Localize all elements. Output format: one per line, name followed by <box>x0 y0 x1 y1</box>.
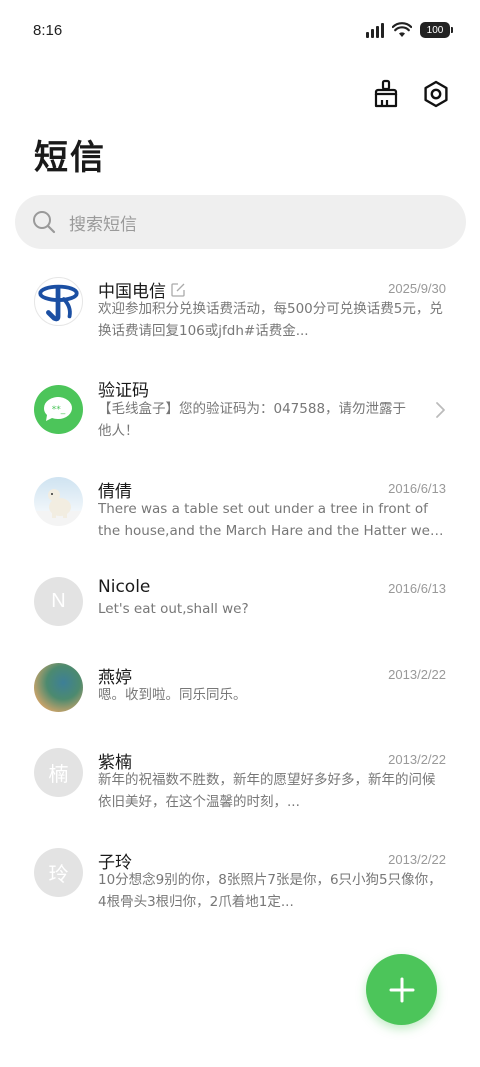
search-bar[interactable]: 搜索短信 <box>15 195 466 249</box>
wifi-icon <box>392 22 412 37</box>
chevron-right-icon <box>436 402 445 418</box>
new-message-button[interactable] <box>366 954 437 1025</box>
china-telecom-logo <box>34 277 83 326</box>
settings-button[interactable] <box>420 78 452 110</box>
conversation-item[interactable]: N Nicole 2016/6/13 Let's eat out,shall w… <box>0 568 480 654</box>
avatar: N <box>34 577 83 626</box>
conversation-preview: 嗯。收到啦。同乐同乐。 <box>98 687 247 703</box>
conversation-preview: 【毛线盒子】您的验证码为：047588，请勿泄露于他人！ <box>98 401 407 439</box>
conversation-name: Nicole <box>98 577 150 597</box>
top-actions <box>370 78 452 110</box>
conversation-preview: 欢迎参加积分兑换话费活动，每500分可兑换话费5元，兑换话费请回复106或jfd… <box>98 301 443 339</box>
conversation-name-text: Nicole <box>98 577 151 597</box>
broom-icon <box>374 79 398 108</box>
battery-level: 100 <box>426 24 444 36</box>
conversation-preview: There was a table set out under a tree i… <box>98 501 444 539</box>
edit-icon <box>171 282 185 297</box>
conversation-preview: Let's eat out,shall we? <box>98 601 249 617</box>
conversation-item[interactable]: **_ 验证码 【毛线盒子】您的验证码为：047588，请勿泄露于他人！ <box>0 368 480 468</box>
conversation-preview: 10分想念9别的你，8张照片7张是你，6只小狗5只像你，4根骨头3根归你，2爪着… <box>98 872 442 910</box>
conversation-date: 2013/2/22 <box>388 852 446 867</box>
status-bar: 8:16 100 <box>0 0 480 64</box>
conversation-item[interactable]: 倩倩 2016/6/13 There was a table set out u… <box>0 468 480 568</box>
search-placeholder: 搜索短信 <box>69 214 137 235</box>
plus-icon <box>389 977 414 1002</box>
battery-icon: 100 <box>420 22 453 38</box>
signal-icon <box>366 22 384 38</box>
conversation-item[interactable]: 中国电信 2025/9/30 欢迎参加积分兑换话费活动，每500分可兑换话费5元… <box>0 268 480 368</box>
conversation-date: 2013/2/22 <box>388 752 446 767</box>
conversation-date: 2013/2/22 <box>388 667 446 682</box>
gear-icon <box>424 80 448 108</box>
status-icons: 100 <box>366 22 453 38</box>
avatar: 玲 <box>34 848 83 897</box>
conversation-date: 2016/6/13 <box>388 581 446 596</box>
page-title: 短信 <box>34 138 106 178</box>
landscape-photo <box>34 663 83 712</box>
conversation-date: 2016/6/13 <box>388 481 446 496</box>
avatar: 楠 <box>34 748 83 797</box>
conversation-date: 2025/9/30 <box>388 281 446 296</box>
conversation-item[interactable]: 楠 紫楠 2013/2/22 新年的祝福数不胜数，新年的愿望好多好多，新年的问候… <box>0 739 480 839</box>
verification-code-icon: **_ <box>34 385 83 434</box>
svg-text:**_: **_ <box>52 405 66 415</box>
clean-button[interactable] <box>370 78 402 110</box>
conversation-preview: 新年的祝福数不胜数，新年的愿望好多好多，新年的问候依旧美好，在这个温馨的时刻，.… <box>98 772 436 810</box>
polar-bear-photo <box>34 477 83 526</box>
conversation-item[interactable]: 玲 子玲 2013/2/22 10分想念9别的你，8张照片7张是你，6只小狗5只… <box>0 839 480 939</box>
conversation-list: 中国电信 2025/9/30 欢迎参加积分兑换话费活动，每500分可兑换话费5元… <box>0 268 480 939</box>
conversation-item[interactable]: 燕婷 2013/2/22 嗯。收到啦。同乐同乐。 <box>0 654 480 739</box>
search-icon <box>33 211 56 234</box>
status-time: 8:16 <box>33 22 63 39</box>
